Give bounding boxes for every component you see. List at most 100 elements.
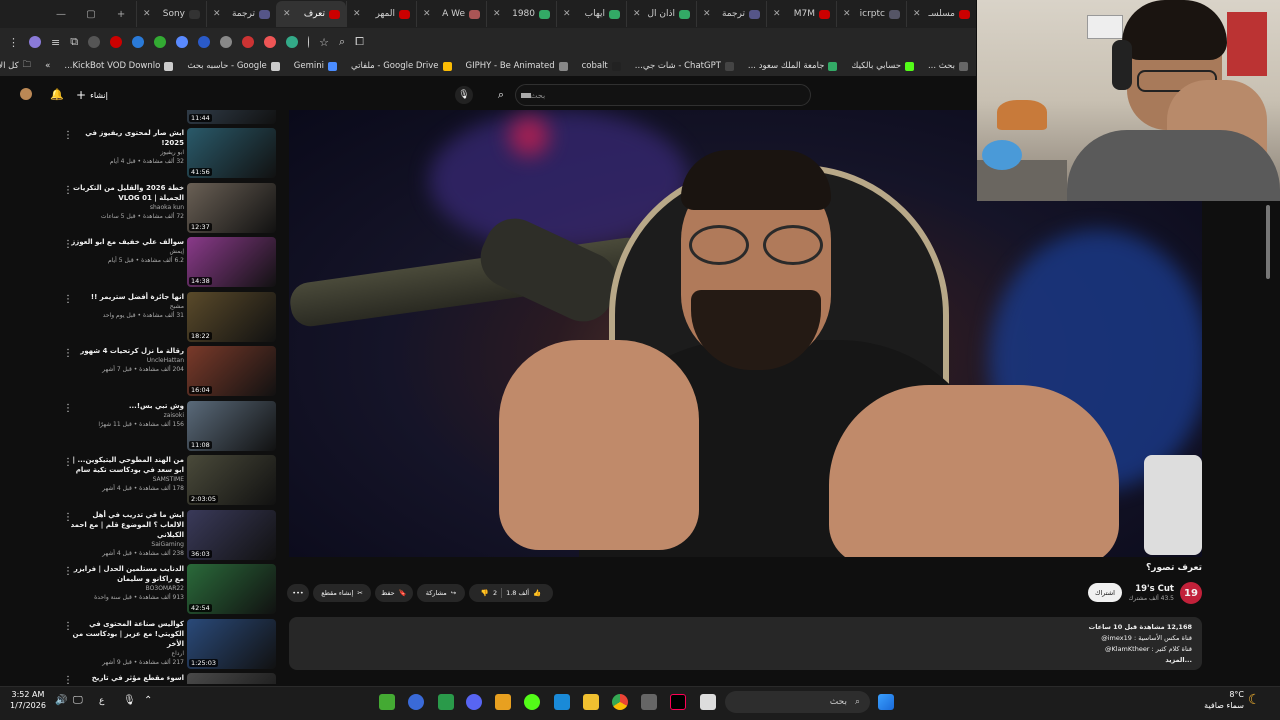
language-indicator[interactable]: ع [99, 696, 104, 706]
video-thumbnail[interactable]: 11:44 [187, 110, 276, 124]
bookmark-item[interactable]: بحث ... [928, 61, 968, 71]
tab[interactable]: icrptc ✕ [836, 1, 906, 27]
video-thumbnail[interactable] [187, 673, 276, 684]
close-tab-icon[interactable]: ✕ [633, 9, 641, 19]
app-icon[interactable] [495, 694, 511, 710]
video-menu-icon[interactable]: ⋮ [63, 512, 73, 523]
extension-icon[interactable] [220, 36, 233, 48]
tab[interactable]: A We ✕ [416, 1, 486, 27]
close-tab-icon[interactable]: ✕ [353, 9, 361, 19]
close-tab-icon[interactable]: ✕ [773, 9, 781, 19]
extension-icon[interactable] [88, 36, 101, 48]
extension-icon[interactable] [242, 36, 255, 48]
extension-icon[interactable] [264, 36, 277, 48]
channel-name[interactable]: 19's Cut [1124, 584, 1174, 594]
video-menu-icon[interactable]: ⋮ [63, 294, 73, 305]
video-thumbnail[interactable]: 41:56 [187, 128, 276, 178]
bookmark-item[interactable]: ChatGPT - شات جي... [635, 61, 734, 71]
related-video-item[interactable]: 41:56 ايش صار لمحتوى ريفيوز في 2025! ابو ر… [0, 128, 284, 182]
bookmark-item[interactable]: Google Drive - ملفاتي [351, 61, 452, 71]
related-video-item[interactable]: 42:54 الدنايب مستلمين الحدل | فرايزر مع ر… [0, 564, 284, 618]
more-bookmarks-icon[interactable]: » [45, 61, 50, 71]
youtube-extension-icon[interactable] [110, 36, 123, 48]
video-thumbnail[interactable]: 1:25:03 [187, 618, 276, 669]
file-explorer-icon[interactable] [583, 694, 599, 710]
taskbar-search[interactable]: بحث ⌕ [725, 691, 870, 713]
minimize-button[interactable]: — [46, 0, 76, 28]
voice-search-button[interactable]: 🎙 [455, 86, 473, 104]
tab[interactable]: M7M ✕ [766, 1, 836, 27]
video-thumbnail[interactable]: 14:38 [187, 237, 276, 287]
like-icon[interactable]: 👍 [533, 589, 541, 597]
extension-icon[interactable] [132, 36, 145, 48]
channel-avatar[interactable]: 19 [1180, 582, 1202, 604]
bookmark-item[interactable]: cobalt [582, 61, 621, 71]
weather-widget[interactable]: 8°C سماء صافية [1200, 689, 1244, 711]
adblock-extension-icon[interactable] [154, 36, 167, 48]
video-menu-icon[interactable]: ⋮ [63, 239, 73, 250]
video-thumbnail[interactable]: 2:03:05 [187, 455, 276, 505]
related-video-item[interactable]: 14:38 سوالف علي خفيف مع ابو العوزز إيمش 6.2… [0, 237, 284, 291]
related-video-item[interactable]: 2:03:05 من الهند المطوحي اليتيكوين... | ا… [0, 455, 284, 509]
extension-icon[interactable] [176, 36, 189, 48]
extension-icon[interactable] [198, 36, 211, 48]
video-menu-icon[interactable]: ⋮ [63, 348, 73, 359]
media-control-icon[interactable]: ≡ [51, 36, 60, 49]
search-input[interactable]: بحث [515, 84, 811, 106]
app-icon[interactable] [438, 694, 454, 710]
close-tab-icon[interactable]: ✕ [913, 9, 921, 19]
share-button[interactable]: مشاركة ↪ [417, 584, 465, 602]
related-video-item[interactable]: 11:08 وش تبي بس!... zaisoki 156 ألف مشاهدة … [0, 400, 284, 455]
volume-icon[interactable]: 🔊 [55, 695, 67, 706]
extension-icon[interactable] [286, 36, 299, 48]
new-tab-button[interactable]: + [106, 0, 136, 28]
tab[interactable]: Sony ✕ [136, 1, 206, 27]
windows-start-icon[interactable] [878, 694, 894, 710]
monitor-icon[interactable]: 🖵 [73, 695, 83, 706]
maximize-button[interactable]: ▢ [76, 0, 106, 28]
subscribe-button[interactable]: اشتراك [1088, 583, 1122, 602]
video-thumbnail[interactable]: 11:08 [187, 400, 276, 451]
more-actions-button[interactable]: ••• [287, 584, 309, 602]
close-tab-icon[interactable]: ✕ [213, 9, 221, 19]
app-icon[interactable] [700, 694, 716, 710]
related-video-item[interactable]: 12:37 خطة 2026 والقليل من التكريات الجميل… [0, 182, 284, 237]
chrome-icon[interactable] [612, 694, 628, 710]
store-icon[interactable] [554, 694, 570, 710]
video-menu-icon[interactable]: ⋮ [63, 675, 73, 684]
tab[interactable]: ترجمة ✕ [206, 1, 276, 27]
tab[interactable]: تعرف ✕ [276, 1, 346, 27]
clip-button[interactable]: إنشاء مقطع ✂ [313, 584, 371, 602]
app-icon[interactable] [408, 694, 424, 710]
show-more-link[interactable]: ...المزيد [1165, 656, 1192, 664]
tab[interactable]: مسلسـ ✕ [906, 1, 976, 27]
related-video-item[interactable]: 1:25:03 كواليس صناعة المحتوى في الكويتي! … [0, 618, 284, 673]
related-video-item[interactable]: 11:441.4 مليون مشاهدة • قبل 6 سنوات⋮ [0, 110, 284, 128]
profile-icon[interactable] [29, 36, 41, 48]
app-icon[interactable] [641, 694, 657, 710]
minecraft-icon[interactable] [379, 694, 395, 710]
app-icon[interactable] [524, 694, 540, 710]
close-tab-icon[interactable]: ✕ [423, 9, 431, 19]
dislike-icon[interactable]: 👎 [481, 589, 489, 597]
star-bookmark-icon[interactable]: ☆ [319, 36, 329, 49]
mic-icon[interactable]: 🎙 [123, 695, 136, 706]
all-bookmarks-button[interactable]: 🗀كل الإشارات المرجعية [0, 59, 31, 73]
close-tab-icon[interactable]: ✕ [283, 9, 291, 19]
bookmark-item[interactable]: KickBot VOD Downlo... [64, 61, 174, 71]
description-box[interactable]: 12,168 مشاهدة قبل 10 ساعات قناة مكس الأس… [289, 617, 1202, 670]
video-thumbnail[interactable]: 42:54 [187, 564, 276, 614]
create-button[interactable]: + إنشاء [76, 88, 108, 102]
tab[interactable]: 1980 ✕ [486, 1, 556, 27]
bookmark-item[interactable]: حسابي بالكيك [851, 61, 914, 71]
search-button[interactable]: ⌕ [488, 84, 514, 106]
chevron-up-icon[interactable]: ⌃ [144, 695, 152, 706]
tab[interactable]: ايهاب ✕ [556, 1, 626, 27]
close-tab-icon[interactable]: ✕ [703, 9, 711, 19]
avatar[interactable] [20, 88, 32, 100]
related-video-item[interactable]: 18:22 انها جائزة أفضل ستريمر !! مشبح 31 ألف… [0, 291, 284, 346]
related-video-item[interactable]: اسوء مقطع مؤثر في تاريخ اليوتيوب ⋮ [0, 673, 284, 684]
zoom-icon[interactable]: ⌕ [339, 35, 345, 49]
install-app-icon[interactable]: ⧠ [355, 35, 364, 49]
extensions-icon[interactable]: ⧉ [70, 35, 78, 49]
